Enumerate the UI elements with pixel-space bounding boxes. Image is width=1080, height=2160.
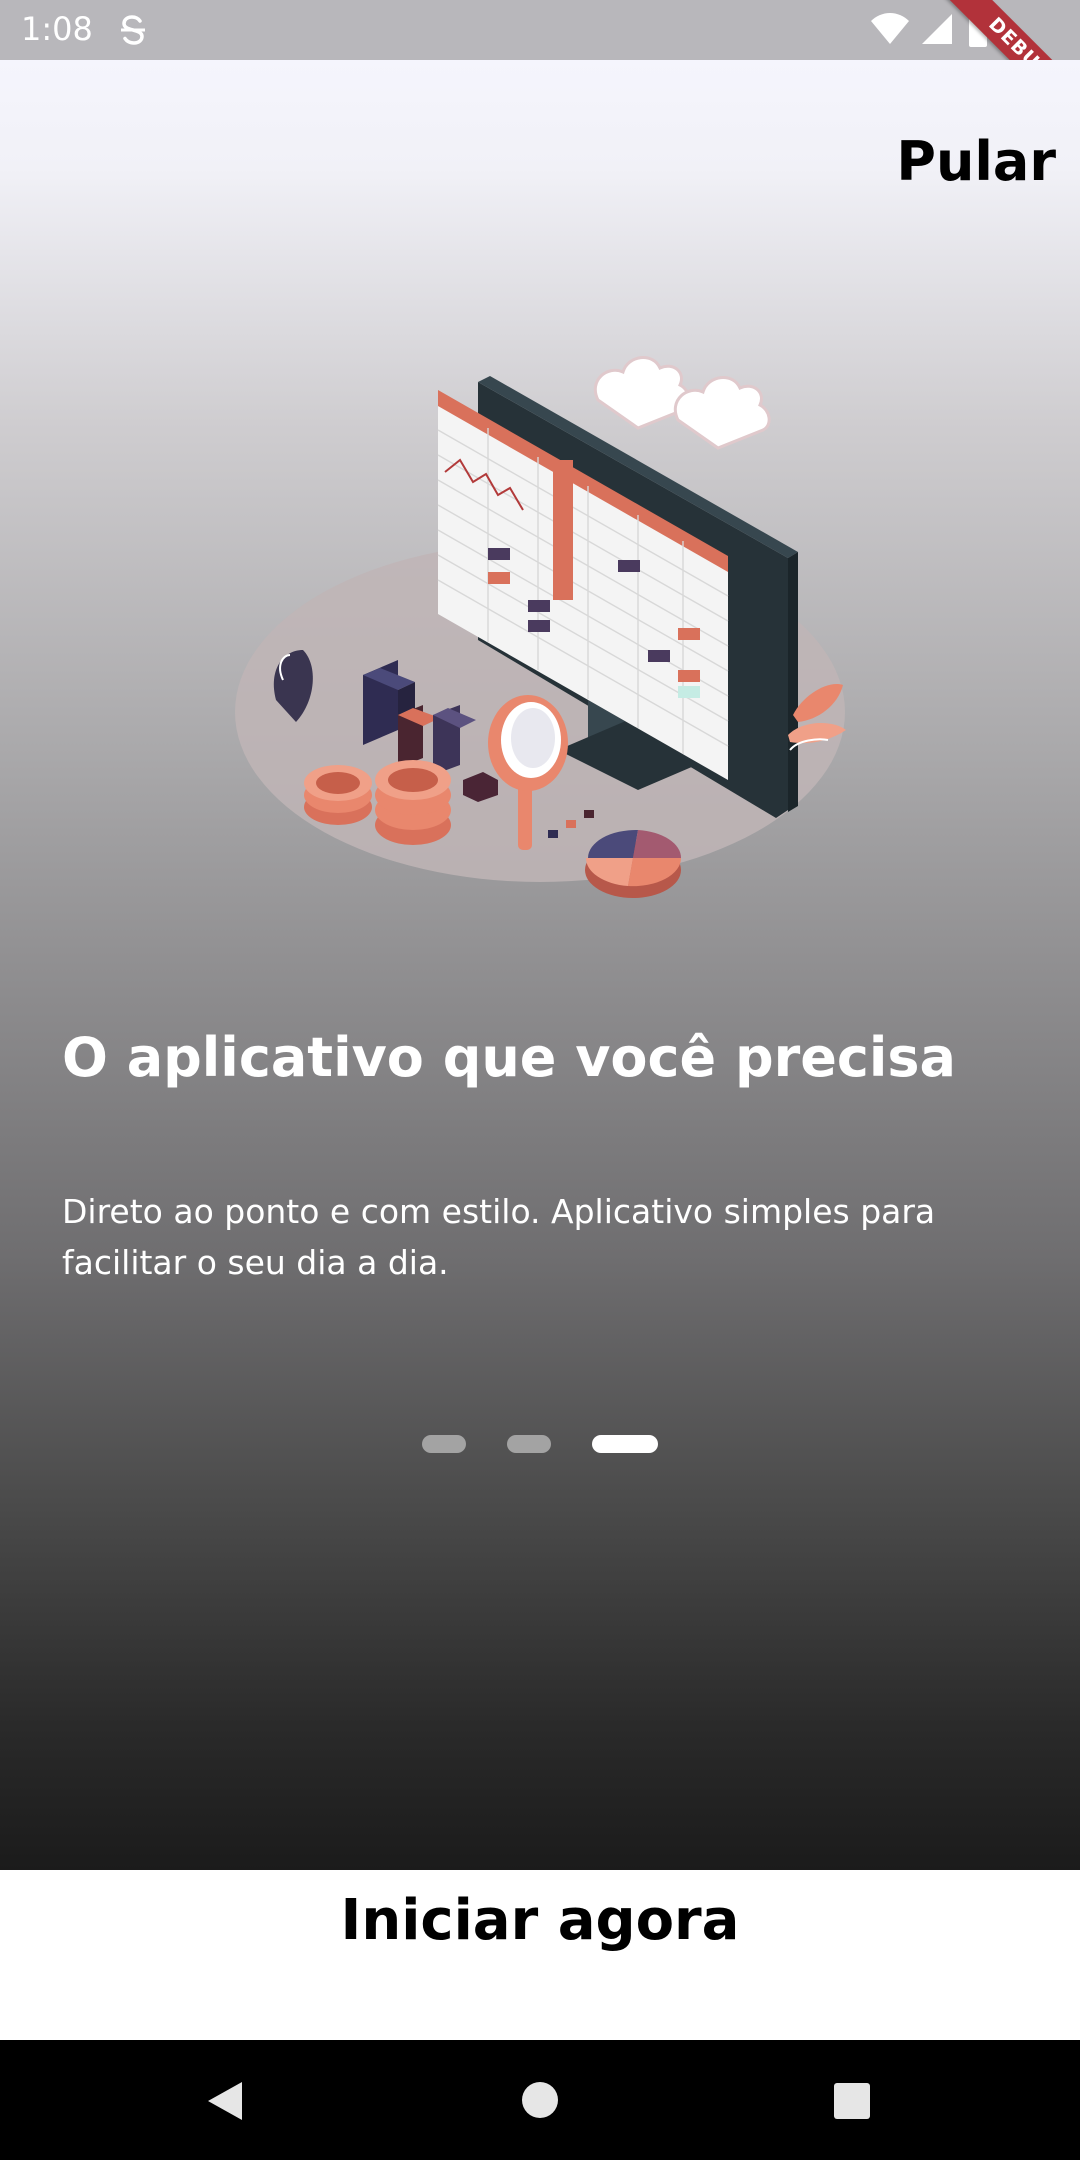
signal-icon xyxy=(922,14,952,44)
cloud-icon xyxy=(594,356,771,450)
s-app-icon xyxy=(121,15,145,45)
slide-title: O aplicativo que você precisa xyxy=(62,1026,956,1089)
onboarding-page[interactable]: Pular O aplicativo que você precisa Dire… xyxy=(0,60,1080,1870)
system-nav-bar xyxy=(0,2040,1080,2160)
analytics-dashboard-illustration xyxy=(235,356,846,898)
home-icon[interactable] xyxy=(521,2081,559,2119)
recents-icon[interactable] xyxy=(833,2082,871,2120)
battery-icon xyxy=(969,10,987,47)
wifi-icon xyxy=(871,13,909,44)
slide-description: Direto ao ponto e com estilo. Aplicativo… xyxy=(62,1192,936,1282)
skip-button[interactable]: Pular xyxy=(896,130,1056,193)
status-time: 1:08 xyxy=(21,10,93,48)
page-indicator xyxy=(0,1435,1080,1455)
pie-chart-icon xyxy=(585,829,682,898)
page-dot-3-active[interactable] xyxy=(592,1435,658,1453)
back-icon[interactable] xyxy=(204,2080,244,2122)
start-bar: Iniciar agora xyxy=(0,1870,1080,2040)
status-bar: 1:08 xyxy=(0,0,1080,60)
page-dot-2[interactable] xyxy=(507,1435,551,1453)
start-now-button[interactable]: Iniciar agora xyxy=(0,1870,1080,1970)
page-dot-1[interactable] xyxy=(422,1435,466,1453)
